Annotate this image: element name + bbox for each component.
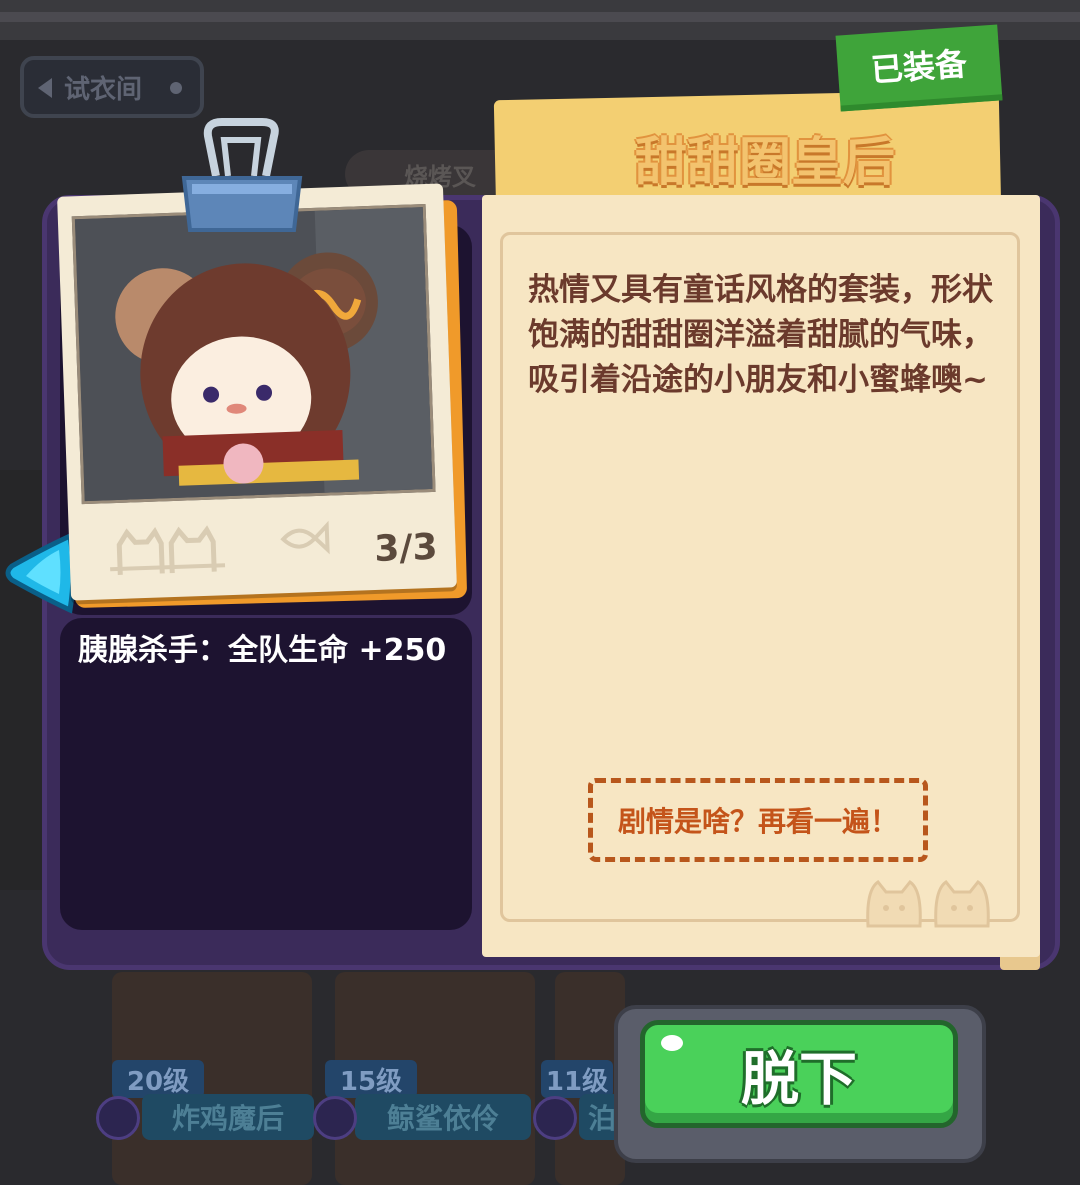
- cats-icon: [110, 525, 226, 575]
- shine-icon: [661, 1035, 683, 1051]
- outfit-bonus: 胰腺杀手：全队生命 +250: [78, 633, 447, 668]
- take-off-label: 脱下: [740, 1045, 857, 1113]
- outfit-photo-card: 3/3: [57, 183, 457, 601]
- fish-icon: [280, 520, 330, 555]
- outfit-portrait: [71, 204, 436, 505]
- outfit-description: 热情又具有童话风格的套装，形状饱满的甜甜圈洋溢着甜腻的气味，吸引着沿途的小朋友和…: [528, 272, 993, 398]
- role-icon: [96, 1096, 140, 1140]
- replay-story-button[interactable]: 剧情是啥？再看一遍！: [588, 778, 928, 862]
- cat-faces-icon: [866, 879, 990, 928]
- previous-arrow-icon[interactable]: [4, 528, 76, 618]
- slot-level: 11级: [541, 1060, 613, 1098]
- leaf-icon: [533, 1096, 577, 1140]
- equipped-badge: 已装备: [835, 24, 1003, 112]
- binder-clip-icon: [181, 118, 303, 232]
- slot-level: 20级: [112, 1060, 204, 1098]
- dot-icon: [170, 82, 182, 94]
- back-arrow-icon: [38, 78, 52, 98]
- character-slot-1[interactable]: 20级 炸鸡魔后: [96, 972, 314, 1185]
- slot-name: 鲸鲨依伶: [355, 1094, 531, 1140]
- back-button[interactable]: 试衣间: [20, 56, 204, 118]
- character-slot-2[interactable]: 15级 鲸鲨依伶: [313, 972, 535, 1185]
- outfit-count: 3/3: [373, 526, 439, 570]
- outfit-title: 甜甜圈皇后: [634, 133, 895, 193]
- slot-name: 炸鸡魔后: [142, 1094, 314, 1140]
- back-button-label: 试衣间: [64, 74, 143, 105]
- take-off-button[interactable]: 脱下: [640, 1020, 958, 1128]
- shield-icon: [313, 1096, 357, 1140]
- slot-level: 15级: [325, 1060, 417, 1098]
